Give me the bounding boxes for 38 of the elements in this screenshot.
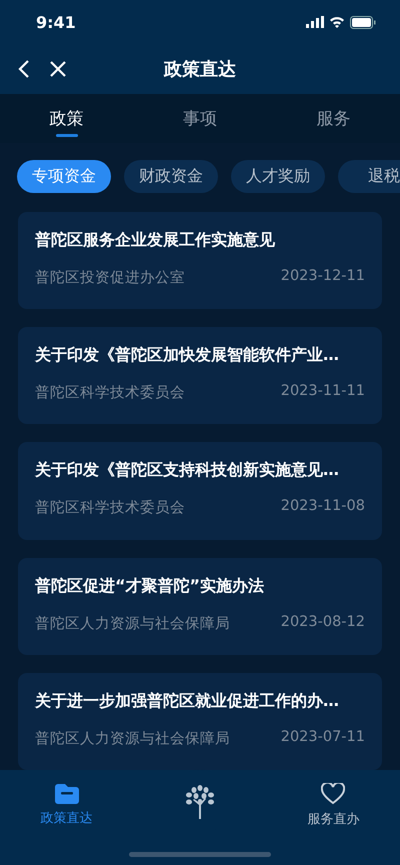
nav-item[interactable]: 服务直办 <box>266 770 400 832</box>
date-label: 2023-11-11 <box>280 383 365 402</box>
tab[interactable]: 政策 <box>0 94 134 143</box>
policy-title: 普陀区服务企业发展工作实施意见 <box>35 230 275 251</box>
department-label: 普陀区人力资源与社会保障局 <box>35 730 230 748</box>
policy-title: 关于印发《普陀区加快发展智能软件产业… <box>35 345 339 366</box>
wifi-icon <box>329 16 345 28</box>
policy-title: 普陀区促进“才聚普陀”实施办法 <box>35 576 264 597</box>
policy-card[interactable]: 关于印发《普陀区加快发展智能软件产业… 普陀区科学技术委员会 2023-11-11 <box>18 327 382 424</box>
filter-chip[interactable]: 财政资金 <box>124 160 218 193</box>
policy-card[interactable]: 关于进一步加强普陀区就业促进工作的办… 普陀区人力资源与社会保障局 2023-07-11 <box>18 672 382 770</box>
department-label: 普陀区人力资源与社会保障局 <box>35 614 230 633</box>
date-label: 2023-12-11 <box>280 268 365 286</box>
department-label: 普陀区投资促进办公室 <box>35 268 185 287</box>
department-label: 普陀区科学技术委员会 <box>35 498 185 518</box>
date-label: 2023-08-12 <box>280 614 365 632</box>
policy-card[interactable]: 普陀区服务企业发展工作实施意见 普陀区投资促进办公室 2023-12-11 <box>18 212 382 310</box>
folder-icon <box>54 784 79 804</box>
department-label: 普陀区科学技术委员会 <box>35 384 185 402</box>
filter-chip[interactable]: 人才奖励 <box>231 160 325 193</box>
page-title: 政策直达 <box>164 59 236 80</box>
policy-title: 关于印发《普陀区支持科技创新实施意见… <box>35 460 339 482</box>
filter-chip[interactable]: 退税 <box>338 160 400 193</box>
policy-card[interactable]: 普陀区促进“才聚普陀”实施办法 普陀区人力资源与社会保障局 2023-08-12 <box>18 558 382 655</box>
nav-item[interactable]: 政策直达 <box>0 770 134 832</box>
policy-card[interactable]: 关于印发《普陀区支持科技创新实施意见… 普陀区科学技术委员会 2023-11-08 <box>18 442 382 540</box>
signal-icon <box>306 16 324 28</box>
battery-icon <box>350 16 376 28</box>
close-icon[interactable] <box>50 61 66 77</box>
tab[interactable]: 服务 <box>266 94 400 143</box>
status-time: 9:41 <box>36 12 76 32</box>
date-label: 2023-11-08 <box>280 498 365 516</box>
date-label: 2023-07-11 <box>280 728 365 747</box>
back-icon[interactable] <box>18 59 30 79</box>
tab[interactable]: 事项 <box>133 94 267 143</box>
heart-icon <box>321 782 346 804</box>
tree-icon <box>184 785 215 819</box>
policy-title: 关于进一步加强普陀区就业促进工作的办… <box>35 690 339 712</box>
